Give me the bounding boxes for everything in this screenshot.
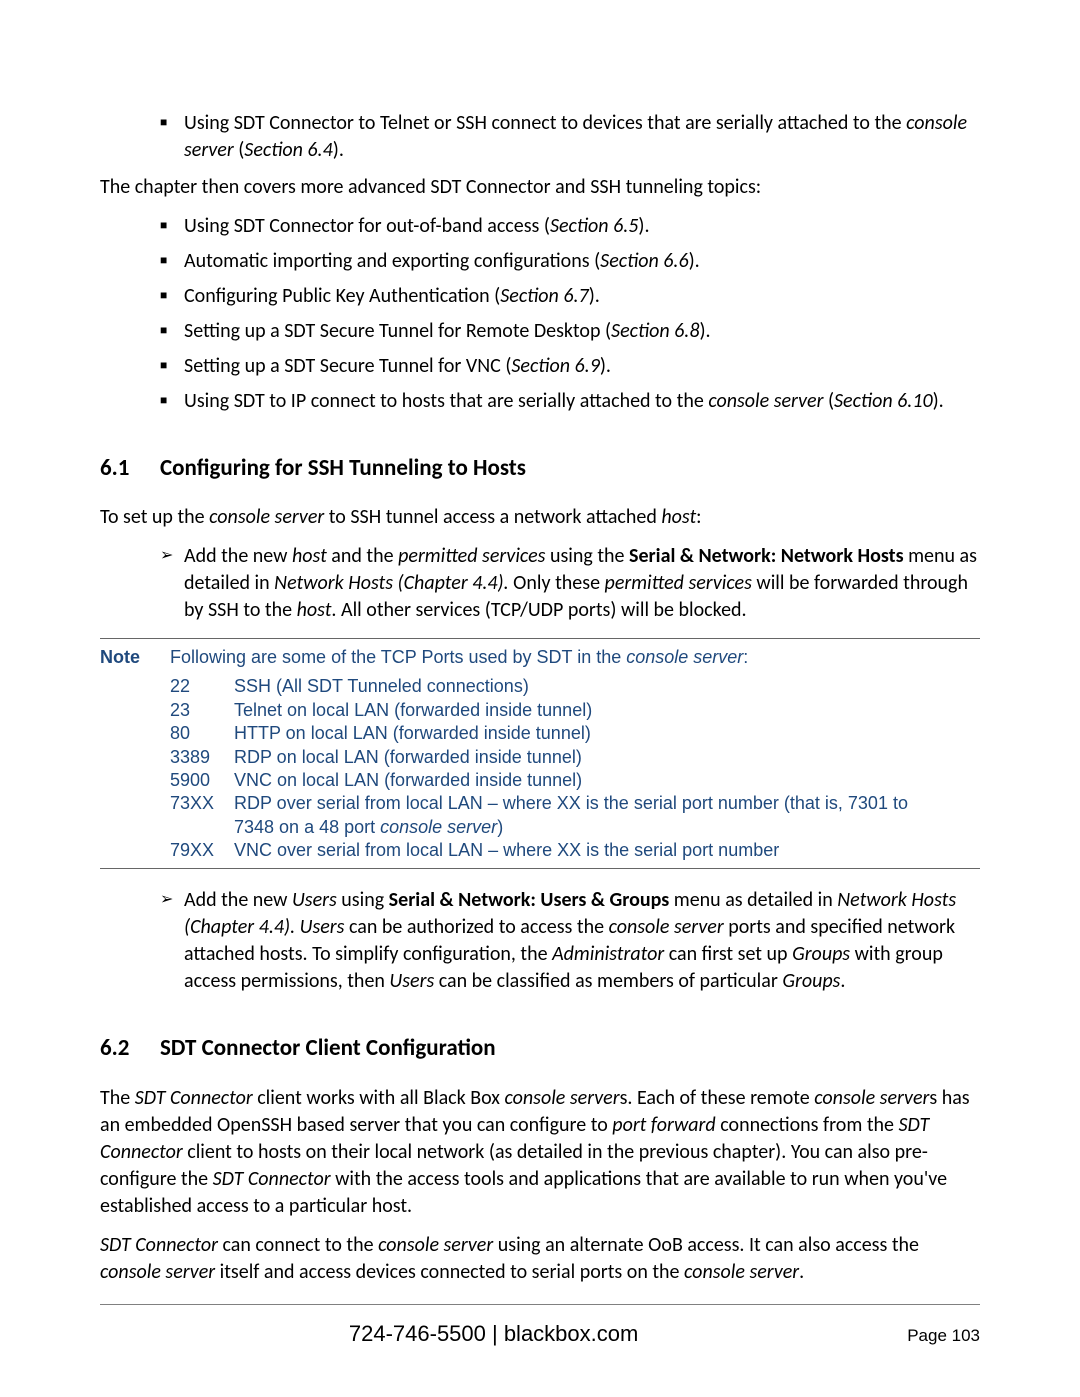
port-row: 3389RDP on local LAN (forwarded inside t… bbox=[170, 746, 980, 769]
bullet-icon: ■ bbox=[160, 110, 184, 136]
port-row: 73XX RDP over serial from local LAN – wh… bbox=[170, 792, 980, 839]
section-heading-6-2: 6.2SDT Connector Client Configuration bbox=[100, 1033, 980, 1064]
port-row: 23Telnet on local LAN (forwarded inside … bbox=[170, 699, 980, 722]
section-heading-6-1: 6.1Configuring for SSH Tunneling to Host… bbox=[100, 453, 980, 484]
note-label: Note bbox=[100, 645, 170, 862]
page-number: Page 103 bbox=[887, 1326, 980, 1346]
list-item: ■ Using SDT Connector for out-of-band ac… bbox=[160, 213, 980, 240]
port-row: 5900VNC on local LAN (forwarded inside t… bbox=[170, 769, 980, 792]
intro-bullet-list: ■ Using SDT Connector to Telnet or SSH c… bbox=[160, 110, 980, 164]
bullet-icon: ■ bbox=[160, 318, 184, 344]
sec61-steps: ➢ Add the new host and the permitted ser… bbox=[160, 543, 980, 624]
list-item: ■ Automatic importing and exporting conf… bbox=[160, 248, 980, 275]
sec61-steps-cont: ➢ Add the new Users using Serial & Netwo… bbox=[160, 887, 980, 995]
note-body: Following are some of the TCP Ports used… bbox=[170, 645, 980, 862]
note-intro: Following are some of the TCP Ports used… bbox=[170, 645, 980, 669]
sec62-para2: SDT Connector can connect to the console… bbox=[100, 1232, 980, 1286]
port-row: 79XXVNC over serial from local LAN – whe… bbox=[170, 839, 980, 862]
list-item: ➢ Add the new Users using Serial & Netwo… bbox=[160, 887, 980, 995]
list-item: ■ Using SDT to IP connect to hosts that … bbox=[160, 388, 980, 415]
ports-table: 22SSH (All SDT Tunneled connections) 23T… bbox=[170, 675, 980, 862]
main-content: ■ Using SDT Connector to Telnet or SSH c… bbox=[100, 110, 980, 1286]
list-item: ■ Setting up a SDT Secure Tunnel for VNC… bbox=[160, 353, 980, 380]
list-item: ■ Configuring Public Key Authentication … bbox=[160, 283, 980, 310]
list-item: ■ Using SDT Connector to Telnet or SSH c… bbox=[160, 110, 980, 164]
page: ■ Using SDT Connector to Telnet or SSH c… bbox=[0, 0, 1080, 1397]
port-row: 22SSH (All SDT Tunneled connections) bbox=[170, 675, 980, 698]
page-footer: 724-746-5500 | blackbox.com Page 103 bbox=[100, 1304, 980, 1347]
note-block: Note Following are some of the TCP Ports… bbox=[100, 638, 980, 869]
arrow-icon: ➢ bbox=[160, 543, 184, 569]
bullet-icon: ■ bbox=[160, 353, 184, 379]
footer-divider bbox=[100, 1304, 980, 1305]
sec61-intro: To set up the console server to SSH tunn… bbox=[100, 504, 980, 531]
intro-paragraph: The chapter then covers more advanced SD… bbox=[100, 174, 980, 201]
sec62-para1: The SDT Connector client works with all … bbox=[100, 1085, 980, 1220]
bullet-icon: ■ bbox=[160, 283, 184, 309]
bullet-icon: ■ bbox=[160, 388, 184, 414]
bullet-icon: ■ bbox=[160, 248, 184, 274]
bullet-icon: ■ bbox=[160, 213, 184, 239]
footer-contact: 724-746-5500 | blackbox.com bbox=[100, 1321, 887, 1347]
port-row: 80HTTP on local LAN (forwarded inside tu… bbox=[170, 722, 980, 745]
advanced-topics-list: ■ Using SDT Connector for out-of-band ac… bbox=[160, 213, 980, 415]
arrow-icon: ➢ bbox=[160, 887, 184, 913]
list-item: ➢ Add the new host and the permitted ser… bbox=[160, 543, 980, 624]
list-item-text: Using SDT Connector to Telnet or SSH con… bbox=[184, 110, 980, 164]
list-item: ■ Setting up a SDT Secure Tunnel for Rem… bbox=[160, 318, 980, 345]
